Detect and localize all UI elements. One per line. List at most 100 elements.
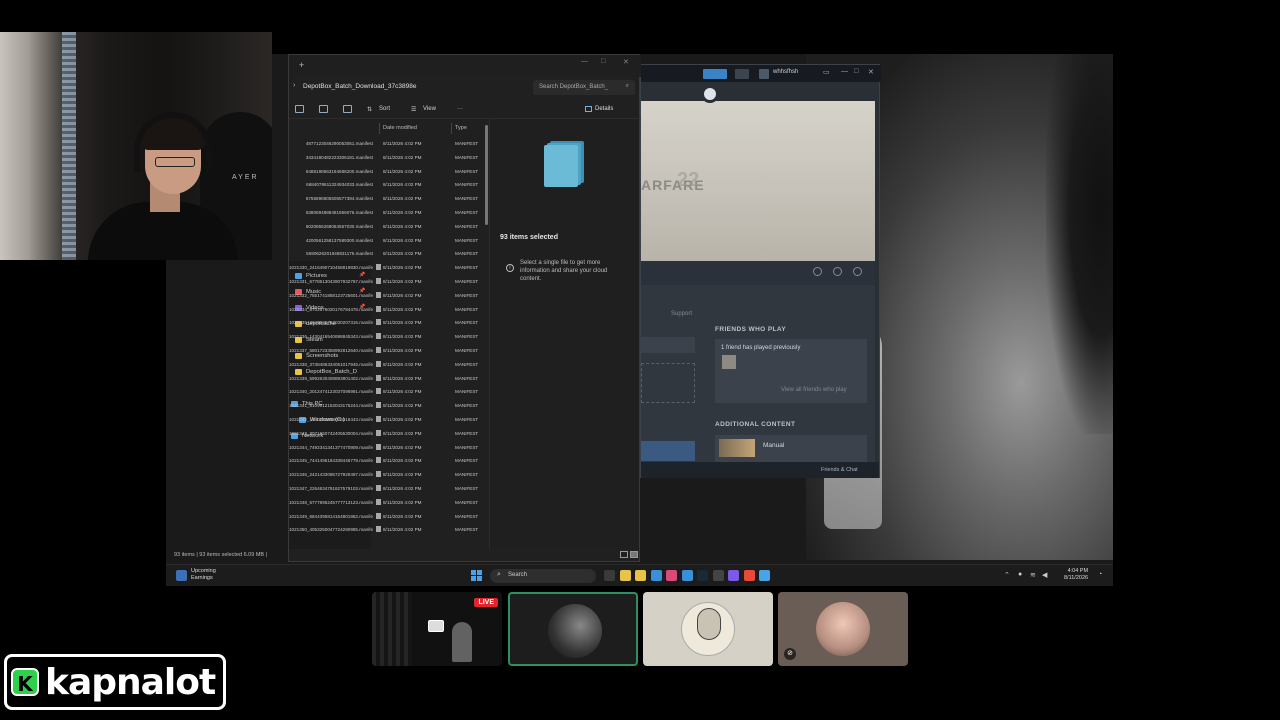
sort-button[interactable]: Sort (379, 106, 390, 112)
tiles-view-icon[interactable] (630, 551, 638, 558)
more-options-button[interactable]: ··· (457, 106, 463, 112)
participant-tile-screen[interactable]: LIVE (372, 592, 502, 666)
steam-logo-icon (701, 85, 719, 103)
file-row[interactable]: 1021338_3738485334051017945.manifest 8/11… (289, 358, 487, 370)
support-tab[interactable]: Support (671, 311, 692, 317)
file-name: 1021343_3071650742405530004.manifest (289, 430, 373, 436)
new-tab-button[interactable]: + (299, 60, 304, 70)
taskbar-app-icon[interactable] (728, 570, 739, 581)
participant-tile-active[interactable] (508, 592, 638, 666)
taskbar-app-icon[interactable] (650, 570, 662, 581)
date-modified-column[interactable]: Date modified (383, 125, 417, 131)
steam-left-button[interactable] (641, 441, 695, 461)
close-icon[interactable]: ✕ (868, 68, 874, 76)
file-row[interactable]: 1021332_7551741858123725601.manifest 8/11… (289, 289, 487, 301)
user-avatar[interactable] (759, 69, 769, 79)
microphone-icon[interactable]: ● (1018, 571, 1022, 578)
file-row[interactable]: 1021344_7492341341377470909.manifest 8/11… (289, 441, 487, 453)
taskbar-app-icon[interactable] (743, 570, 755, 581)
chevron-right-icon[interactable]: › (293, 82, 295, 89)
file-row[interactable]: 1021331_6778513043907932767.manifest 8/11… (289, 275, 487, 287)
taskbar-app-icon[interactable] (635, 570, 646, 581)
volume-icon[interactable]: ◀ (1042, 571, 1047, 579)
taskbar-app-icon[interactable] (681, 570, 693, 581)
taskbar-search[interactable]: ⌕ Search (490, 569, 596, 583)
delete-icon[interactable] (343, 105, 352, 113)
participant-avatar (816, 602, 870, 656)
maximize-icon[interactable]: □ (854, 68, 858, 75)
file-row[interactable]: 4877123046290053051.manifest 8/11/2026 4:… (289, 137, 487, 149)
details-info-text: Select a single file to get more informa… (520, 260, 608, 282)
monitor-icon[interactable]: ▭ (823, 68, 830, 76)
file-row[interactable]: 1021334_8702676020176784476.manifest 8/11… (289, 303, 487, 315)
participant-tile[interactable]: ⊘ (778, 592, 908, 666)
notification-icon[interactable]: ◔ (1098, 571, 1102, 578)
copy-icon[interactable] (295, 105, 304, 113)
steam-username[interactable]: whhsfhsh (773, 69, 798, 75)
file-row[interactable]: 4200561258137589300.manifest 8/11/2026 4:… (289, 234, 487, 246)
details-button[interactable]: Details (595, 106, 613, 112)
file-name: 1021336_1430416540698845343.manifest (289, 334, 373, 340)
weather-widget-icon[interactable] (176, 570, 187, 581)
info-icon[interactable] (833, 267, 842, 276)
minimize-icon[interactable]: — (581, 58, 588, 65)
file-row[interactable]: 3434180482223306181.manifest 8/11/2026 4:… (289, 151, 487, 163)
wifi-icon[interactable]: ≋ (1030, 571, 1036, 579)
file-row[interactable]: 1021341_6109912153043175244.manifest 8/11… (289, 399, 487, 411)
file-row[interactable]: 1021335_2845925753030207316.manifest 8/11… (289, 316, 487, 328)
taskbar-app-icon[interactable] (604, 570, 615, 581)
file-row[interactable]: 1021349_6844395814154801862.manifest 8/11… (289, 510, 487, 522)
file-row[interactable]: 1021342_1540234868025618443.manifest 8/11… (289, 413, 487, 425)
file-row[interactable]: 6020856268084557030.manifest 8/11/2026 4:… (289, 220, 487, 232)
details-view-icon[interactable] (620, 551, 628, 558)
file-row[interactable]: 6684078611324934033.manifest 8/11/2026 4:… (289, 178, 487, 190)
file-row[interactable]: 1021336_1430416540698845343.manifest 8/11… (289, 330, 487, 342)
participant-tile[interactable] (643, 592, 773, 666)
file-row[interactable]: 1021346_2421433095727929497.manifest 8/11… (289, 468, 487, 480)
taskbar-app-icon[interactable] (697, 570, 708, 581)
friend-avatar[interactable] (722, 355, 736, 369)
file-icon (376, 319, 381, 326)
close-icon[interactable]: ✕ (623, 58, 629, 66)
file-row[interactable]: 5590626201948831175.manifest 8/11/2026 4:… (289, 247, 487, 259)
search-input[interactable]: Search DepotBox_Batch_ ⌕ (533, 80, 635, 95)
file-row[interactable]: 1021348_5777895245777713123.manifest 8/11… (289, 496, 487, 508)
file-row[interactable]: 1021345_7441496184339446778.manifest 8/11… (289, 454, 487, 466)
maximize-icon[interactable]: □ (601, 58, 605, 65)
weather-widget[interactable]: Upcoming Earnings (191, 568, 216, 582)
view-button[interactable]: View (423, 106, 436, 112)
minimize-icon[interactable]: — (841, 68, 848, 75)
taskbar-app-icon[interactable] (666, 570, 677, 581)
file-row[interactable]: 1021343_3071650742405530004.manifest 8/11… (289, 427, 487, 439)
chevron-up-icon[interactable]: ⌃ (1004, 571, 1010, 579)
file-row[interactable]: 6380694888481956076.manifest 8/11/2026 4:… (289, 206, 487, 218)
taskbar-app-icon[interactable] (712, 570, 724, 581)
steam-announce-button[interactable] (703, 69, 727, 79)
file-row[interactable]: 1021340_2012474123037096991.manifest 8/11… (289, 385, 487, 397)
file-row[interactable]: 1021337_5801723358992812640.manifest 8/11… (289, 344, 487, 356)
file-row[interactable]: 6755898605505577394.manifest 8/11/2026 4:… (289, 192, 487, 204)
type-column[interactable]: Type (455, 125, 467, 131)
manual-item[interactable]: Manual (715, 435, 867, 465)
file-row[interactable]: 1021350_4053250047724290985.manifest 8/11… (289, 523, 487, 535)
file-row[interactable]: 1021347_2264634751627579103.manifest 8/11… (289, 482, 487, 494)
file-row[interactable]: 6488198563194686200.manifest 8/11/2026 4:… (289, 165, 487, 177)
file-list-scrollbar[interactable] (485, 125, 488, 225)
bell-icon[interactable] (735, 69, 749, 79)
taskbar-app-icon[interactable] (619, 570, 631, 581)
taskbar-app-icon[interactable] (759, 570, 770, 581)
clock[interactable]: 4:04 PM 8/11/2026 (1064, 568, 1088, 582)
gear-icon[interactable] (813, 267, 822, 276)
view-all-friends-link[interactable]: View all friends who play (781, 387, 847, 393)
file-icon (376, 333, 381, 340)
file-type: MANIFEST (455, 348, 479, 353)
manual-label: Manual (763, 442, 785, 449)
share-icon[interactable] (319, 105, 328, 113)
friends-chat-button[interactable]: Friends & Chat (821, 467, 858, 473)
file-type: MANIFEST (455, 237, 479, 243)
heart-icon[interactable] (853, 267, 862, 276)
file-row[interactable]: 1021339_5992630408893801402.manifest 8/11… (289, 372, 487, 384)
address-path[interactable]: DepotBox_Batch_Download_37c3898e (303, 83, 416, 90)
start-icon[interactable] (471, 570, 482, 581)
file-row[interactable]: 1021330_2416490710458819830.manifest 8/11… (289, 261, 487, 273)
